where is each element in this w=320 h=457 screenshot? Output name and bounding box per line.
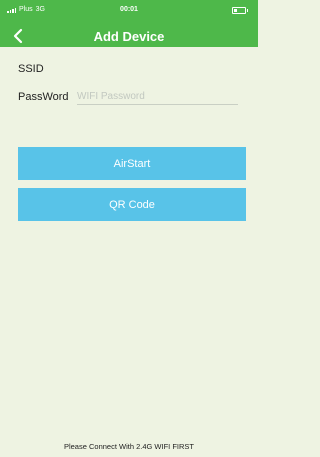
- footer-note: Please Connect With 2.4G WIFI FIRST: [63, 442, 195, 451]
- header-bar: Plus 3G 00:01 Add Device: [0, 0, 258, 47]
- status-bar: Plus 3G 00:01: [0, 0, 258, 20]
- qr-code-button[interactable]: QR Code: [18, 188, 246, 221]
- password-input[interactable]: [77, 88, 238, 105]
- status-time: 00:01: [120, 6, 138, 13]
- page-title: Add Device: [93, 29, 165, 44]
- battery-level: [234, 9, 237, 12]
- password-label: PassWord: [18, 91, 69, 103]
- battery-icon: [232, 7, 248, 14]
- ssid-label: SSID: [18, 63, 44, 75]
- airstart-button[interactable]: AirStart: [18, 147, 246, 180]
